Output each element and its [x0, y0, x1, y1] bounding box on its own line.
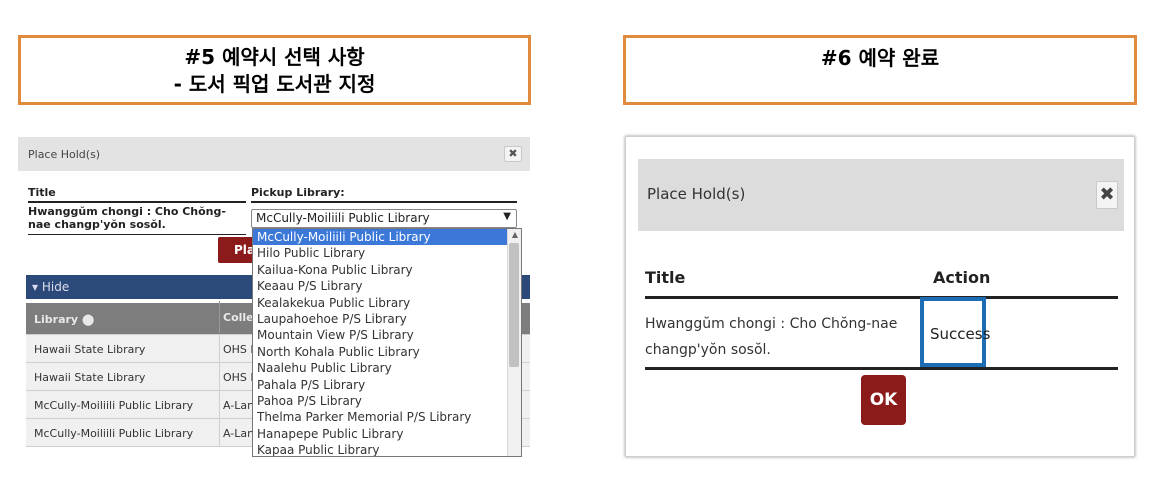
modal-title: Place Hold(s) — [28, 148, 101, 161]
dropdown-scrollbar[interactable]: ▲ — [507, 229, 521, 456]
step6-title: #6 예약 완료 — [820, 46, 940, 70]
table-cell-library: Hawaii State Library — [34, 371, 146, 384]
modal-title: Place Hold(s) — [647, 185, 746, 203]
dropdown-option[interactable]: Hanapepe Public Library — [253, 426, 521, 442]
column-header-title: Title — [28, 186, 56, 199]
step5-title-line1: #5 예약시 선택 사항 — [184, 45, 365, 69]
status-text: Success — [930, 325, 991, 343]
book-title: Hwanggŭm chongi : Cho Chŏng-nae changp'y… — [645, 316, 898, 358]
header-divider — [28, 201, 246, 203]
dropdown-option[interactable]: Kapaa Public Library — [253, 442, 521, 456]
close-icon[interactable]: ✖ — [1096, 181, 1118, 209]
ok-button[interactable]: OK — [861, 375, 906, 425]
table-cell-collection: A-Lan — [219, 419, 254, 447]
row-divider — [28, 234, 246, 235]
step6-label-box: #6 예약 완료 — [623, 35, 1137, 105]
table-cell-collection: OHS L — [219, 335, 257, 363]
dropdown-option[interactable]: Thelma Parker Memorial P/S Library — [253, 409, 521, 425]
row-divider — [645, 367, 1118, 370]
book-title: Hwanggŭm chongi : Cho Chŏng-nae changp'y… — [28, 205, 226, 231]
column-header-pickup-library: Pickup Library: — [251, 186, 345, 199]
scrollbar-thumb[interactable] — [509, 243, 519, 367]
modal-header: Place Hold(s) ✖ — [18, 137, 530, 171]
place-hold-modal-step5: Place Hold(s) ✖ Title Pickup Library: Hw… — [18, 137, 530, 457]
dropdown-option[interactable]: Pahala P/S Library — [253, 377, 521, 393]
scroll-up-icon[interactable]: ▲ — [512, 230, 518, 239]
dropdown-option[interactable]: Keaau P/S Library — [253, 278, 521, 294]
column-header-title: Title — [645, 268, 686, 287]
column-header-action: Action — [933, 268, 991, 287]
table-cell-library: McCully-Moiliili Public Library — [34, 427, 194, 440]
header-divider — [251, 201, 517, 203]
page: #5 예약시 선택 사항 - 도서 픽업 도서관 지정 #6 예약 완료 Pla… — [0, 0, 1155, 497]
pickup-library-select[interactable]: McCully-Moiliili Public Library ▼ — [251, 209, 517, 228]
dropdown-option[interactable]: Laupahoehoe P/S Library — [253, 311, 521, 327]
table-cell-library: McCully-Moiliili Public Library — [34, 399, 194, 412]
table-cell-collection: OHS L — [219, 363, 257, 391]
header-divider — [645, 296, 1118, 299]
dropdown-option[interactable]: Kealakekua Public Library — [253, 295, 521, 311]
dropdown-option[interactable]: North Kohala Public Library — [253, 344, 521, 360]
dropdown-option[interactable]: Mountain View P/S Library — [253, 327, 521, 343]
close-icon[interactable]: ✖ — [504, 146, 522, 162]
step5-label-box: #5 예약시 선택 사항 - 도서 픽업 도서관 지정 — [18, 35, 531, 105]
status-success-highlight: Success — [920, 297, 990, 367]
modal-header: Place Hold(s) ✖ — [638, 159, 1124, 231]
dropdown-option[interactable]: Hilo Public Library — [253, 245, 521, 261]
chevron-down-icon: ▼ — [503, 211, 511, 222]
place-hold-modal-step6: Place Hold(s) ✖ Title Action Hwanggŭm ch… — [625, 136, 1135, 457]
dropdown-option[interactable]: Pahoa P/S Library — [253, 393, 521, 409]
dropdown-option[interactable]: Naalehu Public Library — [253, 360, 521, 376]
sort-icon[interactable]: ⬤ — [82, 313, 94, 326]
pickup-library-selected-value: McCully-Moiliili Public Library — [256, 211, 430, 225]
dropdown-option[interactable]: McCully-Moiliili Public Library — [253, 229, 521, 246]
step5-title-line2: - 도서 픽업 도서관 지정 — [173, 72, 376, 96]
pickup-library-dropdown: McCully-Moiliili Public Library Hilo Pub… — [252, 228, 522, 457]
column-header-library[interactable]: Library ⬤ — [34, 313, 94, 326]
table-cell-library: Hawaii State Library — [34, 343, 146, 356]
table-cell-collection: A-Lan — [219, 391, 254, 419]
dropdown-option[interactable]: Kailua-Kona Public Library — [253, 262, 521, 278]
